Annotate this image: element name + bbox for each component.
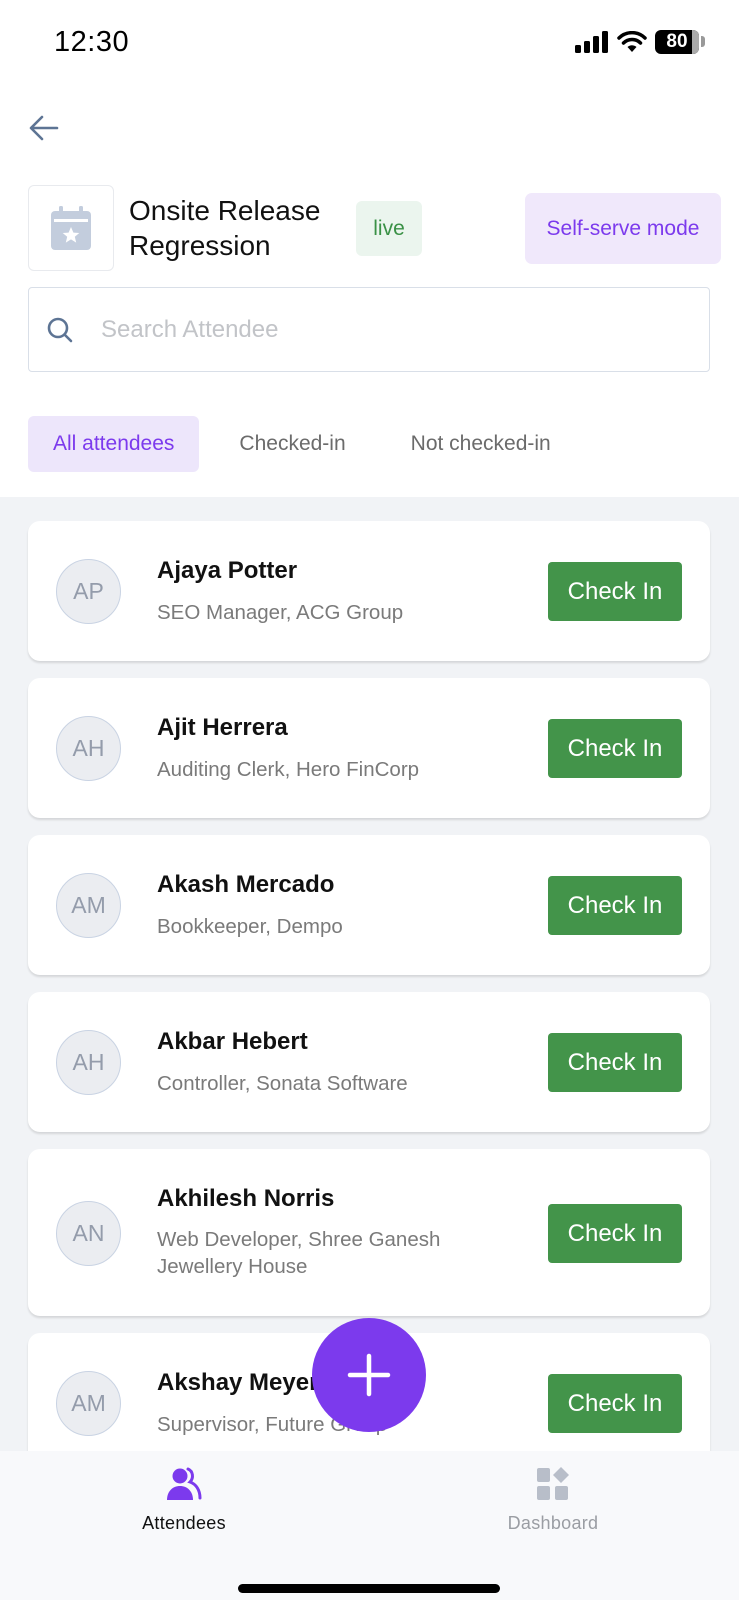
tab-not-checked-in[interactable]: Not checked-in: [386, 416, 576, 472]
attendee-name: Akhilesh Norris: [157, 1185, 335, 1212]
nav-dashboard[interactable]: Dashboard: [473, 1467, 633, 1534]
search-input[interactable]: [101, 315, 661, 344]
bottom-nav: Attendees Dashboard: [0, 1451, 739, 1600]
attendee-card[interactable]: AM Akash Mercado Bookkeeper, Dempo Check…: [28, 835, 710, 975]
check-in-button[interactable]: Check In: [548, 1374, 682, 1433]
nav-label: Dashboard: [507, 1513, 599, 1533]
add-attendee-button[interactable]: [312, 1318, 426, 1432]
avatar: AM: [56, 1371, 121, 1436]
signal-icon: [575, 31, 608, 53]
avatar: AM: [56, 873, 121, 938]
wifi-icon: [617, 31, 647, 52]
attendee-card[interactable]: AH Akbar Hebert Controller, Sonata Softw…: [28, 992, 710, 1132]
check-in-button[interactable]: Check In: [548, 1033, 682, 1092]
avatar: AH: [56, 716, 121, 781]
check-in-button[interactable]: Check In: [548, 719, 682, 778]
tab-all-attendees[interactable]: All attendees: [28, 416, 200, 472]
calendar-star-icon: [51, 206, 91, 250]
event-title: Onsite Release Regression: [129, 195, 321, 261]
attendee-name: Akash Mercado: [157, 871, 335, 898]
attendees-icon: [167, 1467, 202, 1500]
battery-level: 80: [666, 31, 688, 52]
battery-icon: 80: [655, 30, 705, 54]
event-icon-box: [28, 185, 114, 271]
self-serve-mode-button[interactable]: Self-serve mode: [525, 193, 721, 264]
filter-tabs: All attendees Checked-in Not checked-in: [28, 416, 576, 472]
search-box[interactable]: [28, 287, 710, 372]
attendee-name: Ajaya Potter: [157, 557, 298, 584]
attendee-role: Supervisor, Future Group: [157, 1413, 388, 1436]
attendee-name: Ajit Herrera: [157, 714, 288, 741]
status-icons: 80: [575, 30, 705, 54]
avatar: AN: [56, 1201, 121, 1266]
attendee-card[interactable]: AN Akhilesh Norris Web Developer, Shree …: [28, 1149, 710, 1316]
attendee-role: Controller, Sonata Software: [157, 1072, 408, 1095]
check-in-button[interactable]: Check In: [548, 876, 682, 935]
check-in-button[interactable]: Check In: [548, 562, 682, 621]
dashboard-icon: [537, 1467, 569, 1500]
back-button[interactable]: [26, 110, 62, 146]
plus-icon: [347, 1353, 391, 1397]
attendee-card[interactable]: AH Ajit Herrera Auditing Clerk, Hero Fin…: [28, 678, 710, 818]
status-badge: live: [356, 201, 422, 256]
search-icon: [45, 315, 75, 345]
tab-checked-in[interactable]: Checked-in: [214, 416, 370, 472]
status-bar: 12:30 80: [0, 0, 739, 90]
attendee-name: Akbar Hebert: [157, 1028, 308, 1055]
attendee-card[interactable]: AP Ajaya Potter SEO Manager, ACG Group C…: [28, 521, 710, 661]
attendee-role: Web Developer, Shree Ganesh Jewellery Ho…: [157, 1228, 441, 1278]
attendee-role: Auditing Clerk, Hero FinCorp: [157, 758, 420, 781]
attendee-role: Bookkeeper, Dempo: [157, 915, 343, 938]
avatar: AH: [56, 1030, 121, 1095]
home-indicator[interactable]: [238, 1584, 500, 1593]
check-in-button[interactable]: Check In: [548, 1204, 682, 1263]
attendee-name: Akshay Meyer: [157, 1369, 319, 1396]
nav-label: Attendees: [142, 1513, 226, 1533]
nav-attendees[interactable]: Attendees: [104, 1467, 264, 1534]
attendee-list[interactable]: AP Ajaya Potter SEO Manager, ACG Group C…: [0, 497, 739, 1451]
attendee-role: SEO Manager, ACG Group: [157, 601, 404, 624]
status-time: 12:30: [54, 26, 130, 58]
event-header: Onsite Release Regression live Self-serv…: [28, 185, 721, 271]
arrow-left-icon: [29, 115, 59, 141]
avatar: AP: [56, 559, 121, 624]
